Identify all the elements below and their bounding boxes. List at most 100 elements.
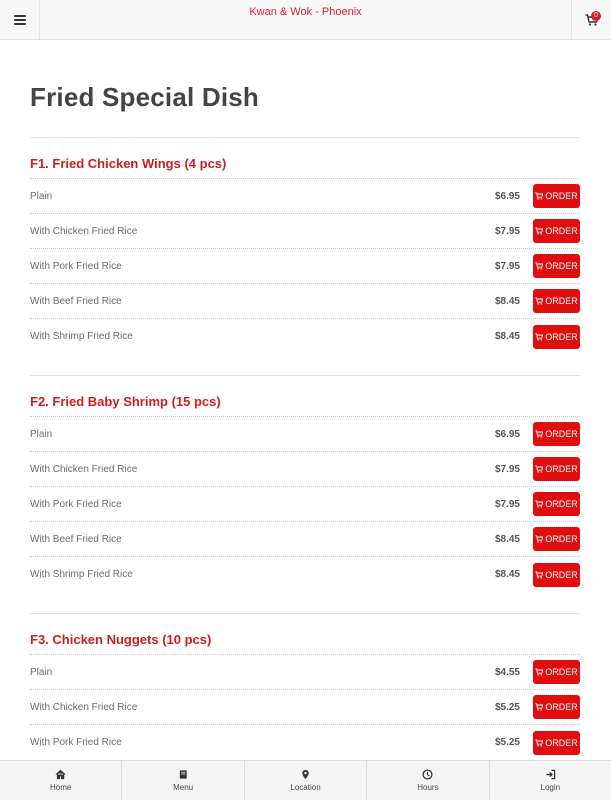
- nav-menu-label: Menu: [173, 783, 194, 792]
- order-button[interactable]: ORDER: [533, 730, 580, 755]
- cart-icon: [535, 703, 544, 711]
- nav-home-label: Home: [50, 783, 72, 792]
- order-button-label: ORDER: [545, 702, 578, 712]
- nav-menu[interactable]: Menu: [122, 761, 245, 800]
- item-name: Plain: [30, 666, 53, 678]
- nav-login-label: Login: [540, 783, 561, 792]
- cart-icon: [535, 500, 544, 508]
- menu-item-row: Plain $4.55 ORDER: [30, 655, 580, 690]
- top-bar: Kwan & Wok - Phoenix 0: [0, 0, 611, 40]
- menu-item-row: With Shrimp Fried Rice $8.45 ORDER: [30, 319, 580, 354]
- cart-icon: [535, 535, 544, 543]
- order-button-label: ORDER: [545, 534, 578, 544]
- menu-content: Fried Special Dish F1. Fried Chicken Win…: [30, 40, 580, 760]
- cart-icon: [535, 430, 544, 438]
- item-name: With Beef Fried Rice: [30, 533, 122, 545]
- item-price: $4.55: [494, 666, 520, 678]
- cart-icon: [535, 297, 544, 305]
- menu-sections: F1. Fried Chicken Wings (4 pcs) Plain $6.9…: [30, 138, 580, 760]
- order-button[interactable]: ORDER: [533, 457, 580, 481]
- bottom-nav: Home Menu Location Hours Login: [0, 760, 611, 800]
- login-icon: [546, 769, 556, 780]
- menu-item-row: With Chicken Fried Rice $5.25 ORDER: [30, 690, 580, 725]
- order-button[interactable]: ORDER: [533, 219, 580, 243]
- item-price: $5.25: [494, 737, 520, 748]
- order-button[interactable]: ORDER: [533, 527, 580, 551]
- menu-item-row: With Chicken Fried Rice $7.95 ORDER: [30, 214, 580, 249]
- cart-button[interactable]: 0: [571, 0, 611, 40]
- cart-icon: [535, 668, 544, 676]
- item-price: $6.95: [494, 190, 520, 202]
- menu-item-row: With Beef Fried Rice $8.45 ORDER: [30, 522, 580, 557]
- item-list: Plain $6.95 ORDER With Chicken Fried Rice $7…: [30, 179, 580, 354]
- order-button-label: ORDER: [545, 499, 578, 509]
- item-name: With Chicken Fried Rice: [30, 701, 138, 713]
- menu-section: F2. Fried Baby Shrimp (15 pcs) Plain $6.95…: [30, 375, 580, 592]
- nav-hours[interactable]: Hours: [367, 761, 490, 800]
- cart-icon: [535, 465, 544, 473]
- order-button[interactable]: ORDER: [533, 184, 580, 208]
- menu-item-row: With Pork Fried Rice $7.95 ORDER: [30, 249, 580, 284]
- menu-item-row: With Pork Fried Rice $7.95 ORDER: [30, 487, 580, 522]
- map-pin-icon: [302, 769, 309, 780]
- item-price: $5.25: [494, 701, 520, 713]
- order-button[interactable]: ORDER: [533, 289, 580, 313]
- nav-hours-label: Hours: [417, 783, 439, 792]
- menu-item-row: Plain $6.95 ORDER: [30, 417, 580, 452]
- order-button[interactable]: ORDER: [533, 695, 580, 719]
- cart-icon: [535, 570, 544, 579]
- cart-count-badge: 0: [591, 11, 601, 21]
- order-button-label: ORDER: [545, 331, 578, 342]
- order-button[interactable]: ORDER: [533, 660, 580, 684]
- item-list: Plain $4.55 ORDER With Chicken Fried Rice $5…: [30, 655, 580, 760]
- menu-item-row: With Beef Fried Rice $8.45 ORDER: [30, 284, 580, 319]
- cart-icon: [535, 262, 544, 270]
- order-button-label: ORDER: [545, 464, 578, 474]
- item-price: $8.45: [494, 533, 520, 545]
- order-button-label: ORDER: [545, 296, 578, 306]
- item-name: Plain: [30, 190, 53, 202]
- item-name: With Pork Fried Rice: [30, 260, 122, 272]
- item-price: $8.45: [494, 569, 520, 580]
- nav-home[interactable]: Home: [0, 761, 123, 800]
- item-list: Plain $6.95 ORDER With Chicken Fried Rice $7…: [30, 417, 580, 592]
- section-heading: F1. Fried Chicken Wings (4 pcs): [30, 156, 227, 171]
- nav-location-label: Location: [290, 783, 321, 792]
- menu-item-row: With Pork Fried Rice $5.25 ORDER: [30, 725, 580, 760]
- cart-icon: [535, 332, 544, 341]
- order-button-label: ORDER: [545, 569, 578, 580]
- item-name: With Shrimp Fried Rice: [30, 331, 133, 342]
- item-name: With Beef Fried Rice: [30, 295, 122, 307]
- item-name: With Chicken Fried Rice: [30, 225, 138, 237]
- item-name: With Chicken Fried Rice: [30, 463, 138, 475]
- nav-location[interactable]: Location: [245, 761, 368, 800]
- menu-section: F1. Fried Chicken Wings (4 pcs) Plain $6.9…: [30, 138, 580, 354]
- order-button-label: ORDER: [545, 191, 578, 201]
- order-button[interactable]: ORDER: [533, 254, 580, 278]
- order-button[interactable]: ORDER: [533, 422, 580, 446]
- menu-item-row: With Chicken Fried Rice $7.95 ORDER: [30, 452, 580, 487]
- order-button-label: ORDER: [545, 667, 578, 677]
- order-button[interactable]: ORDER: [533, 324, 580, 349]
- item-name: With Pork Fried Rice: [30, 737, 122, 748]
- order-button-label: ORDER: [545, 737, 578, 748]
- page-title: Fried Special Dish: [30, 82, 260, 112]
- item-price: $7.95: [494, 498, 520, 510]
- section-heading: F2. Fried Baby Shrimp (15 pcs): [30, 394, 221, 409]
- cart-icon: [535, 227, 544, 235]
- clock-icon: [422, 769, 433, 780]
- item-name: With Shrimp Fried Rice: [30, 569, 133, 580]
- nav-login[interactable]: Login: [490, 761, 611, 800]
- menu-item-row: With Shrimp Fried Rice $8.45 ORDER: [30, 557, 580, 592]
- order-button-label: ORDER: [545, 429, 578, 439]
- item-price: $8.45: [494, 331, 520, 342]
- menu-section: F3. Chicken Nuggets (10 pcs) Plain $4.55 OR…: [30, 613, 580, 760]
- item-price: $7.95: [494, 463, 520, 475]
- order-button[interactable]: ORDER: [533, 492, 580, 516]
- order-button[interactable]: ORDER: [533, 562, 580, 587]
- item-price: $8.45: [494, 295, 520, 307]
- cart-icon: [535, 192, 544, 200]
- menu-item-row: Plain $6.95 ORDER: [30, 179, 580, 214]
- order-button-label: ORDER: [545, 226, 578, 236]
- item-price: $7.95: [494, 260, 520, 272]
